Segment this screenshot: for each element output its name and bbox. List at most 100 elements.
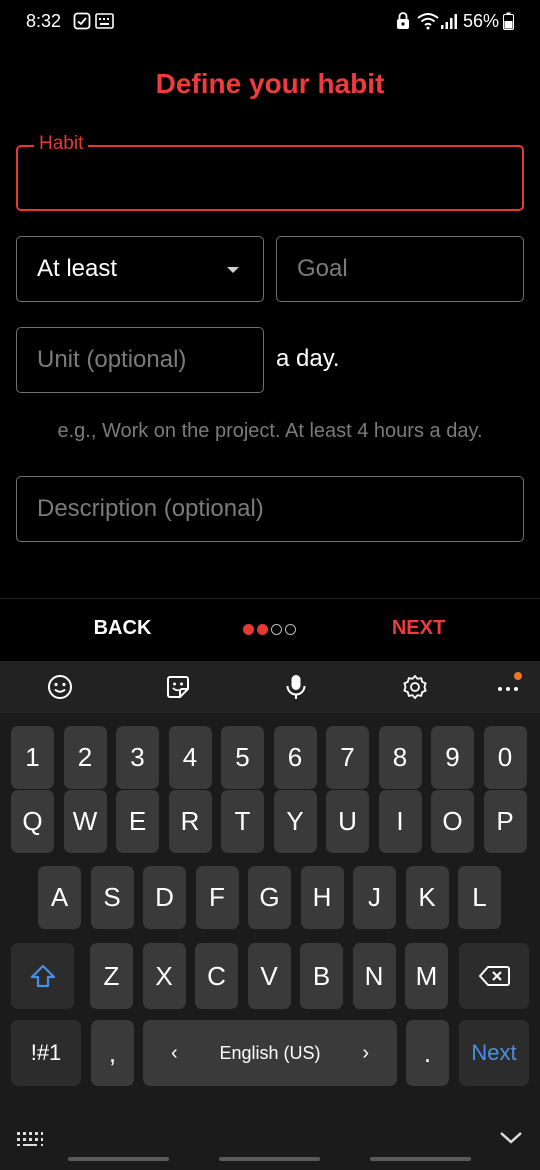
key-q[interactable]: Q [11,790,54,853]
back-button[interactable]: BACK [70,617,175,640]
hide-keyboard-chevron-icon[interactable] [499,1130,523,1146]
key-t-label: T [234,806,251,836]
key-k-label: K [418,882,436,912]
key-j[interactable]: J [353,866,396,929]
key-u[interactable]: U [326,790,369,853]
next-action-key[interactable]: Next [459,1020,529,1086]
key-h[interactable]: H [300,866,344,929]
goal-input[interactable]: Goal [276,236,524,302]
key-s-label: S [103,882,121,912]
key-z[interactable]: Z [90,943,133,1009]
key-l[interactable]: L [458,866,501,929]
key-i[interactable]: I [378,790,422,853]
key-2[interactable]: 2 [63,726,107,789]
symbols-key[interactable]: !#1 [11,1020,81,1086]
key-b[interactable]: B [300,943,343,1009]
key-k[interactable]: K [405,866,449,929]
description-input[interactable]: Description (optional) [16,476,524,542]
keyboard-grid-icon[interactable] [16,1130,44,1148]
key-o[interactable]: O [431,790,474,853]
key-5[interactable]: 5 [221,726,264,789]
key-m[interactable]: M [405,943,448,1009]
key-p[interactable]: P [483,790,527,853]
key-n[interactable]: N [352,943,396,1009]
key-r[interactable]: R [168,790,212,853]
key-t[interactable]: T [221,790,264,853]
comma-key-label: , [108,1037,117,1068]
key-v[interactable]: V [247,943,291,1009]
habit-input[interactable]: Habit [16,133,524,211]
key-9[interactable]: 9 [431,726,474,789]
key-3-label: 3 [130,742,145,772]
lock-icon [397,12,409,29]
notification-dot [514,672,522,680]
habit-label: Habit [34,133,89,155]
period-key[interactable]: . [406,1020,449,1086]
key-n-label: N [364,960,384,991]
sticker-icon[interactable] [164,673,192,701]
key-w[interactable]: W [63,790,107,853]
emoji-icon[interactable] [46,673,74,701]
comma-key[interactable]: , [91,1020,134,1086]
key-5-label: 5 [235,742,250,772]
example-hint: e.g., Work on the project. At least 4 ho… [57,420,483,442]
keyboard-status-icon [95,13,114,29]
key-4[interactable]: 4 [168,726,212,789]
next-action-key-label: Next [471,1040,517,1065]
goal-placeholder: Goal [297,255,348,282]
key-4-label: 4 [182,742,198,772]
step-indicator [243,624,296,635]
key-g[interactable]: G [248,866,291,929]
page-title: Define your habit [155,68,385,99]
microphone-icon[interactable] [282,673,310,701]
key-s[interactable]: S [90,866,134,929]
key-7-label: 7 [340,742,355,772]
key-e[interactable]: E [116,790,159,853]
key-8[interactable]: 8 [378,726,422,789]
key-8-label: 8 [392,742,408,772]
step-dot [243,624,254,635]
key-o-label: O [442,806,463,836]
backspace-icon [479,966,510,986]
key-b-label: B [312,960,331,991]
comparator-dropdown[interactable]: At least [16,236,264,302]
space-key[interactable]: ‹ English (US) › [143,1020,397,1086]
key-6[interactable]: 6 [273,726,317,789]
nav-bar-right [370,1157,471,1161]
nav-bar-center [219,1157,320,1161]
key-9-label: 9 [445,742,460,772]
symbols-key-label: !#1 [30,1040,62,1065]
space-right-arrow-icon: › [362,1041,369,1064]
key-d[interactable]: D [143,866,186,929]
next-button[interactable]: NEXT [366,617,471,640]
key-f[interactable]: F [195,866,239,929]
key-3[interactable]: 3 [116,726,159,789]
nav-divider [0,598,540,599]
key-a-label: A [50,882,69,912]
key-m-label: M [415,960,438,991]
settings-icon[interactable] [401,673,429,701]
key-x[interactable]: X [142,943,186,1009]
shift-key[interactable] [11,943,74,1009]
battery-icon [503,12,514,30]
key-y[interactable]: Y [273,790,317,853]
period-key-label: . [423,1037,432,1068]
key-a[interactable]: A [38,866,81,929]
key-1-label: 1 [25,742,40,772]
unit-placeholder: Unit (optional) [37,346,187,373]
nav-bar-left [68,1157,169,1161]
step-dot [271,624,282,635]
check-box-icon [73,12,91,30]
status-time: 8:32 [26,11,62,31]
key-0[interactable]: 0 [483,726,527,789]
key-g-label: G [259,882,280,912]
key-y-label: Y [286,806,304,836]
key-c[interactable]: C [195,943,238,1009]
key-6-label: 6 [287,742,303,772]
key-0-label: 0 [497,742,513,772]
unit-input[interactable]: Unit (optional) [16,327,264,393]
key-1[interactable]: 1 [11,726,54,789]
key-7[interactable]: 7 [326,726,369,789]
key-q-label: Q [22,806,43,836]
backspace-key[interactable] [459,943,529,1009]
